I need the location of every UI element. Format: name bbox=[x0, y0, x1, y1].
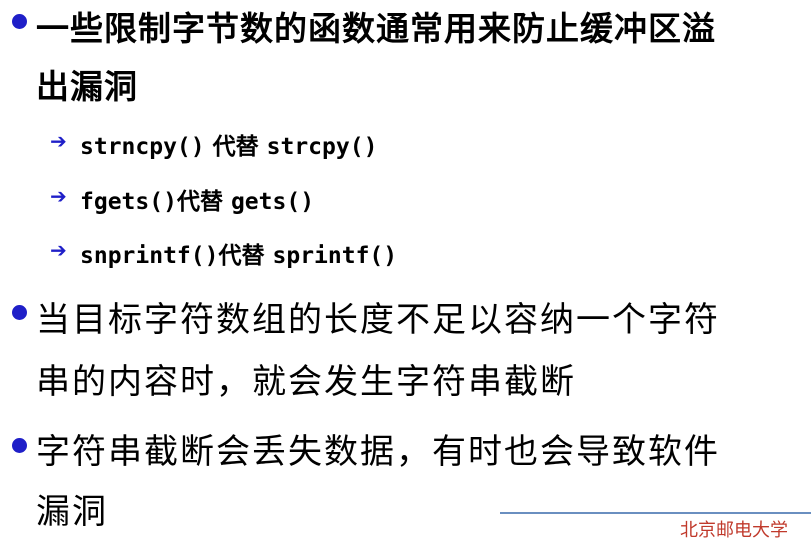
bullet-3-line-1: 字符串截断会丢失数据，有时也会导致软件 bbox=[36, 432, 720, 472]
bullet-2-line-1: 当目标字符数组的长度不足以容纳一个字符 bbox=[36, 300, 720, 340]
bullet-3-line-2: 漏洞 bbox=[36, 492, 108, 532]
function-name: strncpy() bbox=[80, 134, 205, 160]
bullet-1-line-1: 一些限制字节数的函数通常用来防止缓冲区溢 bbox=[36, 9, 716, 48]
sub-item-3: snprintf()代替 sprintf() bbox=[80, 236, 397, 270]
function-name: strcpy() bbox=[266, 134, 378, 160]
arrow-right-icon: ➔ bbox=[50, 184, 67, 208]
sub-item-1: strncpy() 代替 strcpy() bbox=[80, 127, 377, 161]
bullet-dot bbox=[12, 305, 27, 320]
sub-item-2: fgets()代替 gets() bbox=[80, 182, 314, 216]
joiner-text: 代替 bbox=[218, 243, 273, 269]
arrow-right-icon: ➔ bbox=[50, 238, 67, 262]
function-name: gets() bbox=[230, 189, 315, 215]
footer-university-name: 北京邮电大学 bbox=[680, 520, 788, 541]
arrow-right-icon: ➔ bbox=[50, 129, 67, 153]
bullet-dot bbox=[12, 14, 27, 29]
function-name: snprintf() bbox=[80, 243, 219, 269]
joiner-text: 代替 bbox=[176, 189, 231, 215]
bullet-2-line-2: 串的内容时，就会发生字符串截断 bbox=[36, 362, 576, 402]
footer-divider bbox=[500, 512, 811, 514]
bullet-1-line-2: 出漏洞 bbox=[36, 67, 138, 106]
bullet-dot bbox=[12, 438, 27, 453]
function-name: fgets() bbox=[80, 189, 177, 215]
function-name: sprintf() bbox=[272, 243, 398, 269]
joiner-text: 代替 bbox=[204, 134, 267, 160]
